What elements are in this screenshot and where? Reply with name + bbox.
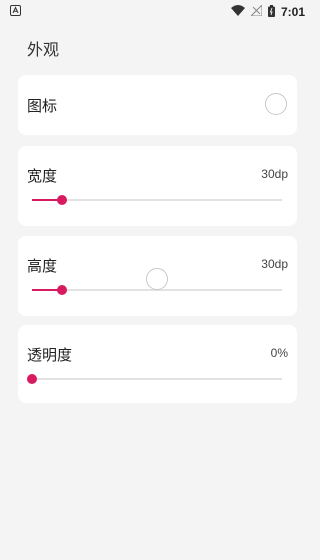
- icon-setting-card[interactable]: 图标: [18, 75, 297, 135]
- notification-a-icon: [10, 5, 21, 19]
- width-value: 30dp: [261, 167, 288, 181]
- width-setting-card: 宽度 30dp: [18, 146, 297, 226]
- status-left: [10, 5, 21, 19]
- no-signal-icon: [249, 3, 263, 19]
- opacity-label: 透明度: [27, 346, 73, 364]
- touch-indicator: [146, 268, 168, 290]
- opacity-value: 0%: [270, 346, 288, 360]
- page-title: 外观: [27, 40, 60, 59]
- opacity-setting-card: 透明度 0%: [18, 325, 297, 403]
- status-right: 7:01: [230, 3, 305, 20]
- height-value: 30dp: [261, 257, 288, 271]
- width-label: 宽度: [27, 167, 58, 185]
- width-slider-track: [32, 199, 282, 201]
- opacity-slider-track: [32, 378, 282, 380]
- icon-toggle-radio[interactable]: [265, 93, 287, 115]
- wifi-icon: [230, 5, 245, 19]
- opacity-slider[interactable]: [27, 372, 282, 386]
- status-bar: 7:01: [0, 0, 315, 24]
- status-time: 7:01: [280, 5, 305, 19]
- height-label: 高度: [27, 257, 58, 275]
- width-slider-thumb[interactable]: [57, 195, 67, 205]
- opacity-slider-thumb[interactable]: [27, 374, 37, 384]
- width-slider[interactable]: [32, 193, 282, 207]
- height-slider-thumb[interactable]: [57, 285, 67, 295]
- battery-icon: [267, 4, 275, 20]
- icon-setting-label: 图标: [27, 97, 58, 115]
